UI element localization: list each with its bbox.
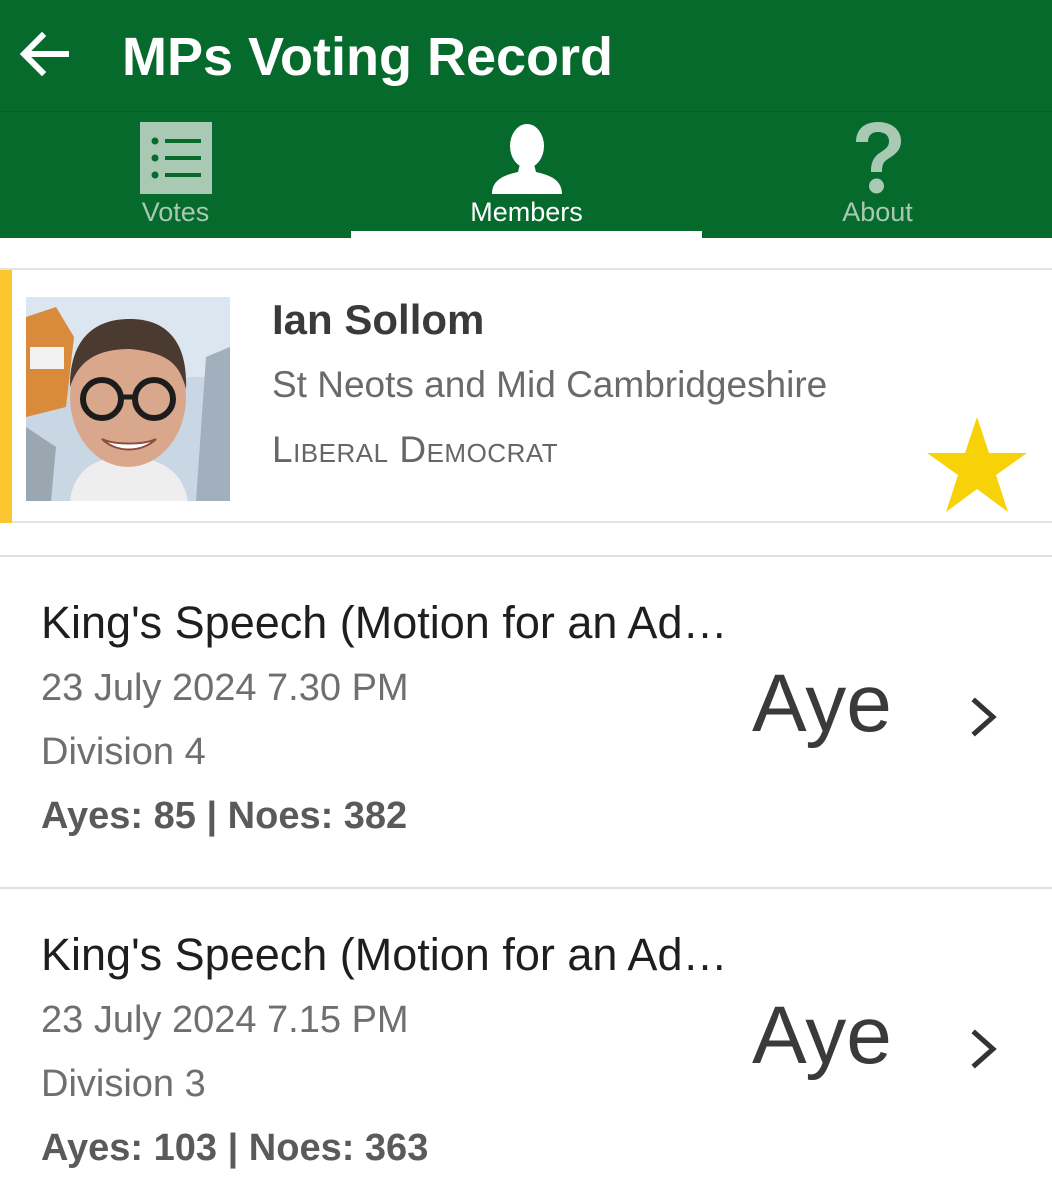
vote-date: 23 July 2024 7.30 PM [41,667,409,709]
tab-members[interactable]: Members [351,112,702,239]
vote-result: Aye [752,658,892,749]
tab-bar: Votes Members About [0,111,1052,239]
vote-list-item[interactable]: King's Speech (Motion for an Ad… 23 July… [0,887,1052,1200]
app-bar: MPs Voting Record [0,0,1052,111]
selected-tab-indicator [351,231,702,239]
vote-tally: Ayes: 85 | Noes: 382 [41,795,408,837]
vote-title: King's Speech (Motion for an Ad… [41,929,728,980]
tab-label: Votes [141,197,210,227]
vote-division: Division 3 [41,1063,206,1105]
member-constituency: St Neots and Mid Cambridgeshire [272,364,828,405]
member-party: Liberal Democrat [272,429,559,470]
tab-about[interactable]: About [702,112,1052,239]
member-photo [26,297,230,501]
question-icon [855,122,901,194]
chevron-right-icon [971,1029,997,1069]
page-title: MPs Voting Record [122,27,614,87]
vote-division: Division 4 [41,731,206,773]
member-card[interactable]: Ian Sollom St Neots and Mid Cambridgeshi… [0,268,1052,523]
chevron-right-icon [971,697,997,737]
vote-list-item[interactable]: King's Speech (Motion for an Ad… 23 July… [0,555,1052,887]
party-color-stripe [0,270,12,523]
vote-date: 23 July 2024 7.15 PM [41,999,409,1041]
vote-result: Aye [752,990,892,1081]
member-name: Ian Sollom [272,296,485,343]
star-icon[interactable] [925,415,1029,515]
tab-label: About [842,197,913,227]
tab-votes[interactable]: Votes [0,112,351,239]
person-icon [491,124,562,194]
list-icon [139,122,212,194]
back-button[interactable] [12,22,76,86]
vote-tally: Ayes: 103 | Noes: 363 [41,1127,429,1169]
tab-label: Members [470,197,583,227]
vote-title: King's Speech (Motion for an Ad… [41,597,728,648]
arrow-left-icon [19,31,69,77]
